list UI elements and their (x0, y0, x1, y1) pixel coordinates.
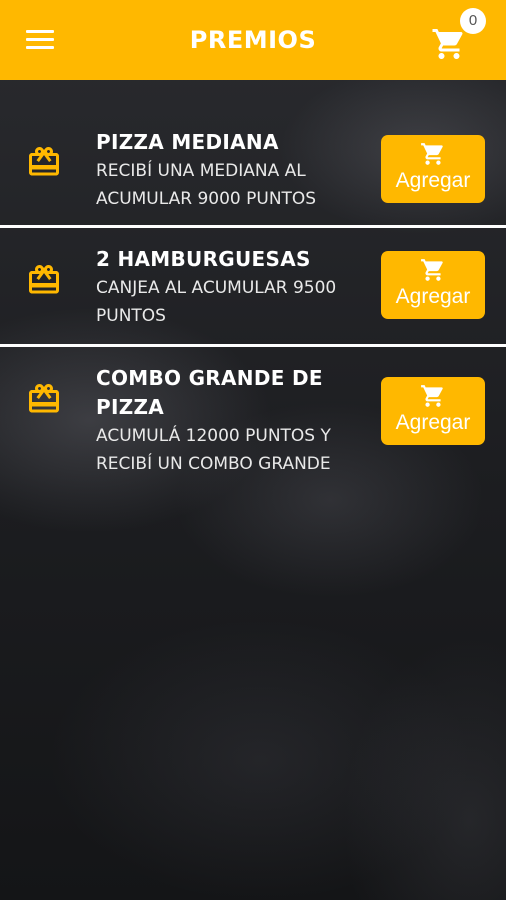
gift-card-icon (29, 147, 59, 176)
add-button-label: Agregar (395, 169, 471, 192)
reward-name: 2 HAMBURGUESAS (96, 247, 311, 271)
add-reward-button[interactable]: Agregar (381, 251, 485, 319)
page-title: PREMIOS (189, 26, 317, 54)
shopping-cart-icon (421, 259, 443, 281)
reward-name: COMBO GRANDE DE PIZZA (96, 366, 323, 419)
reward-description: CANJEA AL ACUMULAR 9500 PUNTOS (96, 278, 337, 326)
add-reward-button[interactable]: Agregar (381, 135, 485, 203)
add-button-label: Agregar (395, 285, 471, 308)
cart-button[interactable]: 0 (430, 8, 486, 64)
rewards-list: PIZZA MEDIANA RECIBÍ UNA MEDIANA AL ACUM… (0, 110, 506, 477)
add-reward-button[interactable]: Agregar (381, 377, 485, 445)
reward-item: PIZZA MEDIANA RECIBÍ UNA MEDIANA AL ACUM… (0, 110, 506, 225)
shopping-cart-icon (432, 29, 463, 59)
reward-item: 2 HAMBURGUESAS CANJEA AL ACUMULAR 9500 P… (0, 228, 506, 344)
reward-description: RECIBÍ UNA MEDIANA AL ACUMULAR 9000 PUNT… (96, 161, 317, 209)
reward-name: PIZZA MEDIANA (96, 130, 279, 154)
reward-description: ACUMULÁ 12000 PUNTOS Y RECIBÍ UN COMBO G… (96, 426, 331, 474)
gift-card-icon (29, 265, 59, 294)
add-button-label: Agregar (395, 411, 471, 434)
cart-count-badge: 0 (460, 8, 486, 34)
gift-card-icon (29, 384, 59, 413)
hamburger-menu-icon[interactable] (26, 28, 54, 50)
reward-item: COMBO GRANDE DE PIZZA ACUMULÁ 12000 PUNT… (0, 347, 506, 477)
shopping-cart-icon (421, 385, 443, 407)
shopping-cart-icon (421, 143, 443, 165)
app-header: PREMIOS 0 (0, 0, 506, 80)
